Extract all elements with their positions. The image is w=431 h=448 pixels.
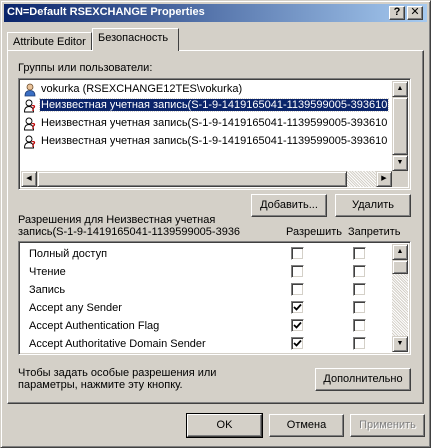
- permissions-label-line2: запись(S-1-9-1419165041-1139599005-3936: [18, 226, 241, 238]
- tab-security[interactable]: Безопасность: [92, 28, 179, 51]
- permission-row: Accept Authentication Flag: [21, 317, 373, 335]
- cancel-button[interactable]: Отмена: [269, 414, 344, 437]
- list-item[interactable]: ? Неизвестная учетная запись(S-1-9-14191…: [21, 98, 391, 114]
- permission-name: Accept Authoritative Domain Sender: [29, 338, 206, 350]
- arrow-right-icon: ▶: [381, 175, 387, 182]
- checkmark-icon: [293, 303, 302, 311]
- unknown-account-icon: ?: [23, 117, 37, 131]
- permission-name: Полный доступ: [29, 248, 108, 260]
- advanced-hint-line2: параметры, нажмите эту кнопку.: [18, 379, 183, 391]
- apply-button[interactable]: Применить: [350, 414, 425, 437]
- deny-checkbox[interactable]: [353, 283, 366, 296]
- checkmark-icon: [293, 321, 302, 329]
- allow-checkbox[interactable]: [291, 319, 304, 332]
- title-bar[interactable]: CN=Default RSEXCHANGE Properties ? ✕: [4, 4, 427, 22]
- close-button[interactable]: ✕: [407, 6, 423, 20]
- allow-checkbox[interactable]: [291, 283, 304, 296]
- svg-text:?: ?: [31, 140, 36, 149]
- list-item[interactable]: ? Неизвестная учетная запись(S-1-9-14191…: [21, 134, 391, 150]
- scroll-right-button[interactable]: ▶: [376, 171, 392, 187]
- groups-listbox[interactable]: vokurka (RSEXCHANGE12TES\vokurka) ? Неиз…: [18, 78, 411, 190]
- list-item[interactable]: ? Неизвестная учетная запись(S-1-9-14191…: [21, 116, 391, 132]
- allow-checkbox[interactable]: [291, 265, 304, 278]
- groups-hscroll-thumb[interactable]: [37, 171, 347, 187]
- window-title: CN=Default RSEXCHANGE Properties: [7, 6, 205, 18]
- list-item[interactable]: vokurka (RSEXCHANGE12TES\vokurka): [21, 82, 391, 98]
- list-item-label: Неизвестная учетная запись(S-1-9-1419165…: [38, 98, 390, 112]
- list-item-label: vokurka (RSEXCHANGE12TES\vokurka): [41, 83, 243, 95]
- arrow-down-icon: ▼: [396, 159, 404, 166]
- groups-vscroll-thumb[interactable]: [392, 97, 408, 155]
- permission-name: Чтение: [29, 266, 66, 278]
- add-button[interactable]: Добавить...: [251, 194, 327, 217]
- permission-row: Чтение: [21, 263, 373, 281]
- allow-checkbox[interactable]: [291, 301, 304, 314]
- deny-checkbox[interactable]: [353, 265, 366, 278]
- svg-text:?: ?: [31, 104, 36, 113]
- arrow-down-icon: ▼: [396, 340, 404, 347]
- allow-column-header: Разрешить: [286, 226, 342, 238]
- remove-button[interactable]: Удалить: [335, 194, 411, 217]
- tab-attribute-editor[interactable]: Attribute Editor: [7, 32, 92, 50]
- permission-name: Accept any Sender: [29, 302, 122, 314]
- arrow-up-icon: ▲: [396, 85, 404, 92]
- tab-label: Безопасность: [98, 32, 169, 44]
- checkmark-icon: [293, 339, 302, 347]
- permission-name: Запись: [29, 284, 66, 296]
- permission-row: Полный доступ: [21, 245, 373, 263]
- deny-checkbox[interactable]: [353, 319, 366, 332]
- list-item-label: Неизвестная учетная запись(S-1-9-1419165…: [41, 135, 388, 147]
- permissions-list[interactable]: Полный доступ Чтение Запись Accept any S…: [18, 241, 411, 355]
- arrow-left-icon: ◀: [26, 175, 32, 182]
- groups-label: Группы или пользователи:: [18, 62, 153, 74]
- deny-checkbox[interactable]: [353, 337, 366, 350]
- scroll-corner: [392, 171, 408, 187]
- help-button[interactable]: ?: [389, 6, 405, 20]
- tab-label: Attribute Editor: [13, 36, 86, 48]
- scroll-down-button[interactable]: ▼: [392, 336, 408, 352]
- properties-dialog: CN=Default RSEXCHANGE Properties ? ✕ Att…: [0, 0, 431, 448]
- ok-button[interactable]: OK: [186, 413, 263, 438]
- scroll-up-button[interactable]: ▲: [392, 244, 408, 260]
- permission-name: Accept Authentication Flag: [29, 320, 160, 332]
- permissions-label-line1: Разрешения для Неизвестная учетная: [18, 214, 216, 226]
- unknown-account-icon: ?: [23, 99, 37, 113]
- advanced-button[interactable]: Дополнительно: [315, 368, 411, 391]
- permission-row: Запись: [21, 281, 373, 299]
- scroll-down-button[interactable]: ▼: [392, 155, 408, 171]
- permission-row: Accept any Sender: [21, 299, 373, 317]
- list-item-label: Неизвестная учетная запись(S-1-9-1419165…: [41, 117, 388, 129]
- allow-checkbox[interactable]: [291, 337, 304, 350]
- scroll-up-button[interactable]: ▲: [392, 81, 408, 97]
- unknown-account-icon: ?: [23, 135, 37, 149]
- arrow-up-icon: ▲: [396, 248, 404, 255]
- close-icon: ✕: [410, 6, 420, 18]
- deny-checkbox[interactable]: [353, 301, 366, 314]
- scroll-left-button[interactable]: ◀: [21, 171, 37, 187]
- user-icon: [23, 83, 37, 97]
- permission-row: Accept Authoritative Domain Sender: [21, 335, 373, 353]
- advanced-hint-line1: Чтобы задать особые разрешения или: [18, 367, 217, 379]
- permissions-vscroll-thumb[interactable]: [392, 260, 408, 274]
- security-tab-panel: Группы или пользователи: vokurka (RSEXCH…: [7, 50, 424, 404]
- allow-checkbox[interactable]: [291, 247, 304, 260]
- deny-checkbox[interactable]: [353, 247, 366, 260]
- svg-text:?: ?: [31, 122, 36, 131]
- deny-column-header: Запретить: [348, 226, 401, 238]
